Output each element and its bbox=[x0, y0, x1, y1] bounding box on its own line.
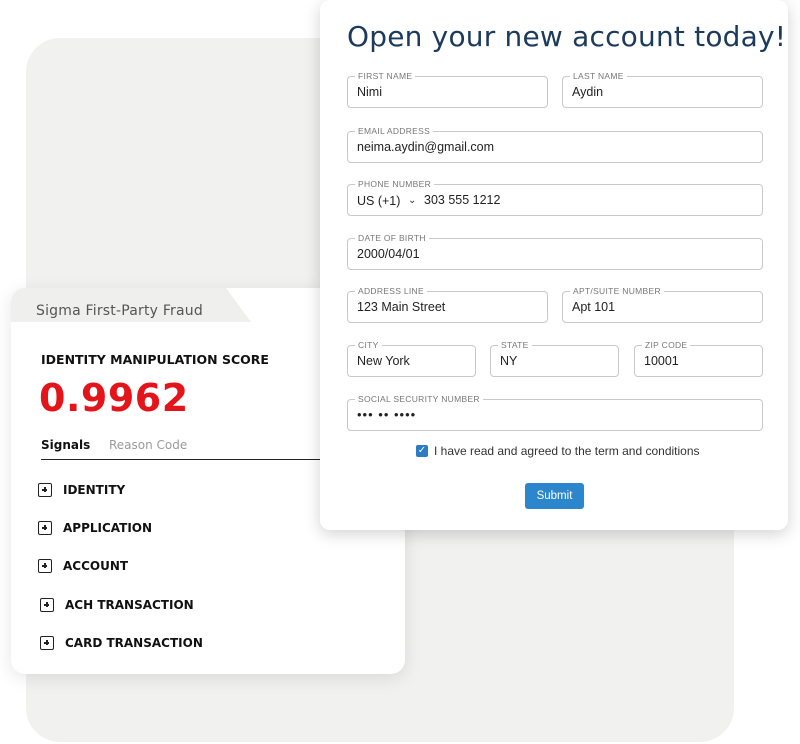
city-field[interactable]: CITY New York bbox=[347, 340, 476, 377]
field-value: Aydin bbox=[572, 85, 604, 99]
field-label: PHONE NUMBER bbox=[355, 179, 435, 189]
plus-square-icon[interactable] bbox=[40, 598, 54, 612]
field-value: 2000/04/01 bbox=[357, 247, 420, 261]
terms-label: I have read and agreed to the term and c… bbox=[434, 444, 700, 458]
account-form-card: Open your new account today! FIRST NAME … bbox=[320, 0, 788, 530]
signal-item-identity[interactable]: IDENTITY bbox=[38, 480, 125, 500]
field-value: Apt 101 bbox=[572, 300, 616, 314]
dob-field[interactable]: DATE OF BIRTH 2000/04/01 bbox=[347, 233, 763, 270]
field-label: ZIP CODE bbox=[642, 340, 691, 350]
tab-reason-code[interactable]: Reason Code bbox=[109, 438, 187, 452]
field-label: STATE bbox=[498, 340, 532, 350]
signal-item-card-transaction[interactable]: CARD TRANSACTION bbox=[40, 633, 203, 653]
last-name-field[interactable]: LAST NAME Aydin bbox=[562, 71, 763, 108]
plus-square-icon[interactable] bbox=[38, 521, 52, 535]
score-label: IDENTITY MANIPULATION SCORE bbox=[41, 352, 269, 367]
field-label: EMAIL ADDRESS bbox=[355, 126, 434, 136]
sigma-tab-title: Sigma First-Party Fraud bbox=[36, 303, 203, 319]
plus-square-icon[interactable] bbox=[40, 636, 54, 650]
field-label: LAST NAME bbox=[570, 71, 627, 81]
signal-label: ACCOUNT bbox=[63, 559, 129, 573]
field-value: New York bbox=[357, 354, 410, 368]
apt-field[interactable]: APT/SUITE NUMBER Apt 101 bbox=[562, 286, 763, 323]
country-code-select[interactable]: US (+1) bbox=[357, 194, 400, 208]
signal-item-ach-transaction[interactable]: ACH TRANSACTION bbox=[40, 595, 194, 615]
first-name-field[interactable]: FIRST NAME Nimi bbox=[347, 71, 548, 108]
field-label: CITY bbox=[355, 340, 382, 350]
ssn-field[interactable]: SOCIAL SECURITY NUMBER ••• •• •••• bbox=[347, 394, 763, 431]
field-label: APT/SUITE NUMBER bbox=[570, 286, 664, 296]
field-value: neima.aydin@gmail.com bbox=[357, 140, 495, 154]
plus-square-icon[interactable] bbox=[38, 483, 52, 497]
field-label: ADDRESS LINE bbox=[355, 286, 427, 296]
zip-field[interactable]: ZIP CODE 10001 bbox=[634, 340, 763, 377]
form-title: Open your new account today! bbox=[347, 20, 787, 53]
phone-field[interactable]: PHONE NUMBER US (+1) ⌄ 303 555 1212 bbox=[347, 179, 763, 216]
field-value: Nimi bbox=[357, 85, 382, 99]
field-value: NY bbox=[500, 354, 518, 368]
field-value: 123 Main Street bbox=[357, 300, 446, 314]
signal-label: CARD TRANSACTION bbox=[65, 636, 203, 650]
address-field[interactable]: ADDRESS LINE 123 Main Street bbox=[347, 286, 548, 323]
terms-agreement[interactable]: ✓ I have read and agreed to the term and… bbox=[416, 443, 700, 459]
signal-item-account[interactable]: ACCOUNT bbox=[38, 556, 128, 576]
submit-button[interactable]: Submit bbox=[525, 483, 584, 509]
signal-tabs: Signals Reason Code bbox=[41, 438, 331, 460]
field-value: 10001 bbox=[644, 354, 679, 368]
signal-item-application[interactable]: APPLICATION bbox=[38, 518, 152, 538]
signal-label: APPLICATION bbox=[63, 521, 153, 535]
signal-label: ACH TRANSACTION bbox=[65, 598, 194, 612]
plus-square-icon[interactable] bbox=[38, 559, 52, 573]
state-field[interactable]: STATE NY bbox=[490, 340, 619, 377]
score-value: 0.9962 bbox=[39, 376, 189, 420]
phone-value: 303 555 1212 bbox=[424, 193, 501, 207]
field-value: ••• •• •••• bbox=[357, 407, 417, 422]
signal-label: IDENTITY bbox=[63, 483, 126, 497]
field-label: DATE OF BIRTH bbox=[355, 233, 429, 243]
email-field[interactable]: EMAIL ADDRESS neima.aydin@gmail.com bbox=[347, 126, 763, 163]
field-label: SOCIAL SECURITY NUMBER bbox=[355, 394, 483, 404]
chevron-down-icon[interactable]: ⌄ bbox=[408, 195, 416, 206]
checkmark-icon[interactable]: ✓ bbox=[416, 445, 428, 457]
field-label: FIRST NAME bbox=[355, 71, 416, 81]
tab-signals[interactable]: Signals bbox=[41, 438, 90, 452]
